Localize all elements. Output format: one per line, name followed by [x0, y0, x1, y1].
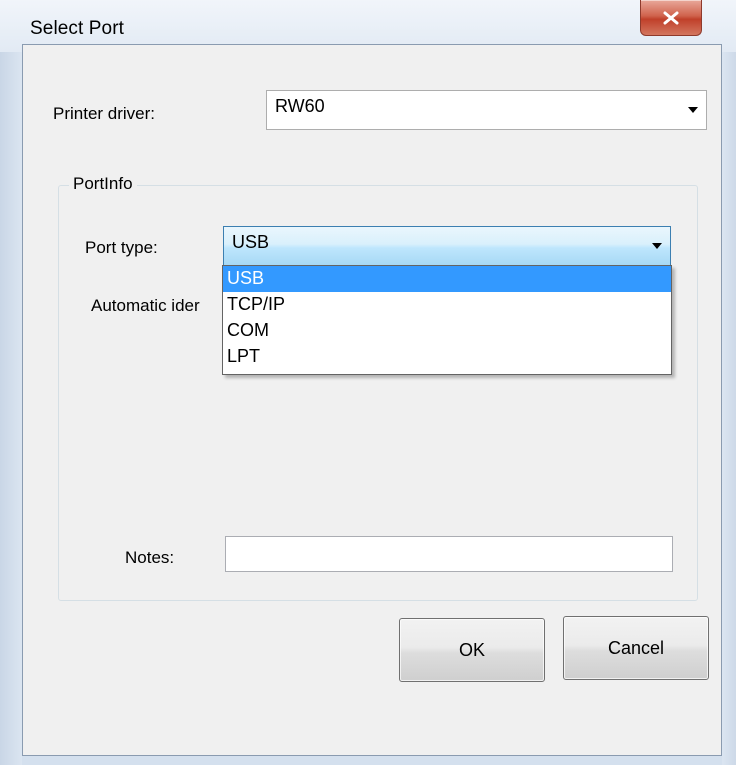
window-title: Select Port [30, 18, 125, 39]
chevron-down-icon [688, 107, 698, 113]
cancel-button[interactable]: Cancel [563, 616, 709, 680]
ok-button[interactable]: OK [399, 618, 545, 682]
printer-driver-combobox[interactable]: RW60 [266, 90, 707, 130]
automatic-identify-label: Automatic ider [91, 296, 200, 315]
port-type-label: Port type: [85, 238, 158, 257]
close-button[interactable] [640, 0, 702, 36]
window-right-border [722, 52, 736, 765]
notes-input[interactable] [225, 536, 673, 572]
select-port-dialog: Select Port Printer driver: RW60 PortInf… [0, 0, 736, 765]
notes-label: Notes: [125, 548, 175, 567]
port-info-group: PortInfo Port type: USB Automatic ider N… [58, 174, 698, 601]
dialog-client-area: Printer driver: RW60 PortInfo Port type:… [22, 44, 722, 756]
printer-driver-value: RW60 [275, 96, 325, 116]
chevron-down-icon [652, 243, 662, 249]
port-type-option-lpt[interactable]: LPT [223, 344, 671, 370]
port-type-value: USB [232, 232, 270, 252]
port-info-legend: PortInfo [69, 174, 137, 194]
close-icon [663, 11, 679, 24]
port-type-option-com[interactable]: COM [223, 318, 671, 344]
port-type-option-tcpip[interactable]: TCP/IP [223, 292, 671, 318]
port-type-dropdown-list: USB TCP/IP COM LPT [222, 265, 672, 375]
port-type-option-usb[interactable]: USB [223, 266, 671, 292]
window-left-border [0, 52, 22, 765]
port-type-combobox[interactable]: USB [223, 226, 671, 266]
printer-driver-label: Printer driver: [53, 104, 156, 123]
